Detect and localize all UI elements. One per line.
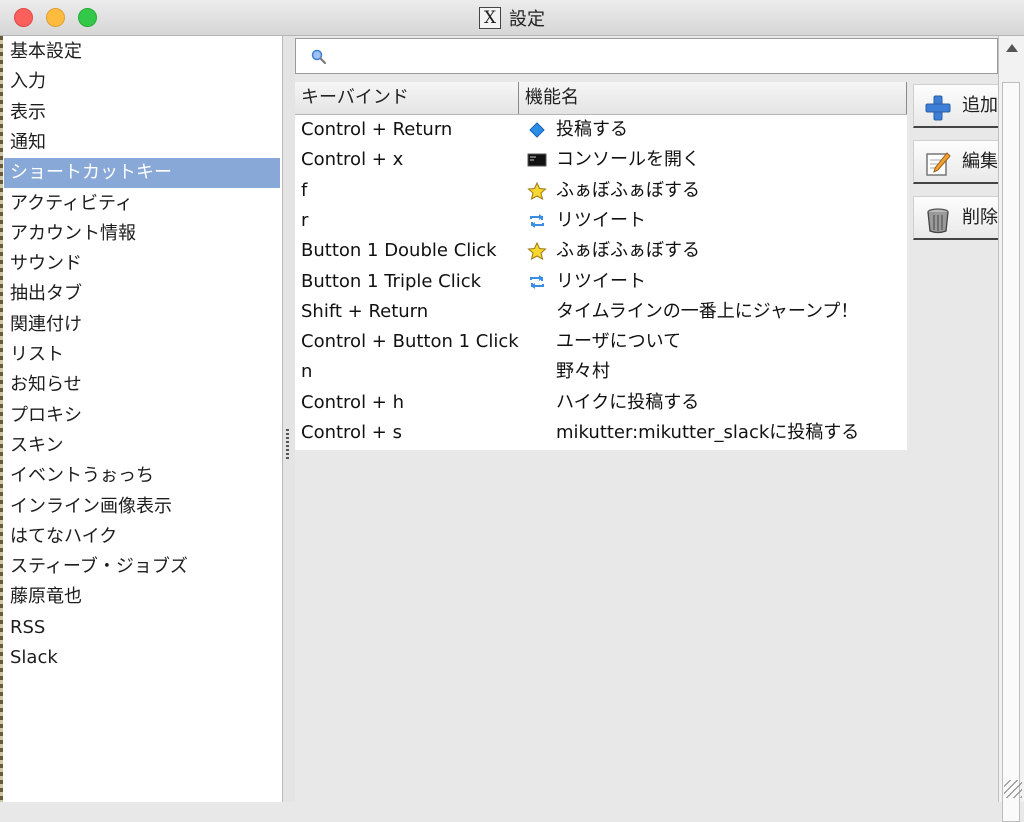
sidebar-item[interactable]: アクティビティ [4,189,280,219]
plus-icon [925,95,951,121]
sidebar-item[interactable]: RSS [4,613,280,643]
table-row[interactable]: r リツイート [295,206,907,236]
table-row[interactable]: Control + x コンソールを開く [295,145,907,175]
function-name-cell: リツイート [556,270,646,292]
table-row[interactable]: n 野々村 [295,357,907,387]
scrollbar-thumb[interactable] [1002,82,1020,822]
sidebar-item[interactable]: 関連付け [4,310,280,340]
sidebar-item[interactable]: 表示 [4,98,280,128]
function-name-cell: ふぁぼふぁぼする [556,179,700,201]
keybind-cell: Control + Return [301,119,453,140]
keybind-cell: Button 1 Double Click [301,240,497,262]
trash-can-icon [927,208,949,234]
table-header: キーバインド 機能名 [295,82,907,115]
sidebar-item[interactable]: 入力 [4,67,280,97]
keybind-cell: Control + Button 1 Click [301,331,519,353]
search-icon [311,49,327,65]
function-name-cell: ふぁぼふぁぼする [556,240,700,262]
sidebar-item[interactable]: スキン [4,431,280,461]
keybind-cell: Control + h [301,391,404,413]
keybind-cell: n [301,361,313,383]
sidebar-item[interactable]: アカウント情報 [4,219,280,249]
sidebar-item[interactable]: 通知 [4,128,280,158]
retweet-icon [530,274,544,289]
sidebar-item[interactable]: 藤原竜也 [4,582,280,612]
column-header-function[interactable]: 機能名 [519,82,907,114]
function-name-cell: コンソールを開く [556,149,700,171]
table-row[interactable]: Button 1 Double Click ふぁぼふぁぼする [295,236,907,266]
function-name-cell: リツイート [556,209,646,231]
sidebar-item[interactable]: スティーブ・ジョブズ [4,552,280,582]
edit-note-icon [926,152,951,176]
table-row[interactable]: Control + Button 1 Click ユーザについて [295,327,907,357]
function-name-cell: mikutter:mikutter_slackに投稿する [556,422,860,443]
sidebar-item[interactable]: 基本設定 [4,37,280,67]
function-name-cell: 投稿する [556,119,628,140]
vertical-scrollbar[interactable] [998,36,1024,822]
table-row[interactable]: f ふぁぼふぁぼする [295,176,907,206]
function-name-cell: タイムラインの一番上にジャーンプ！ [556,300,859,322]
splitter-grip-icon[interactable] [286,429,289,459]
favorite-star-icon [527,242,547,261]
add-button[interactable]: 追加 [913,84,1003,128]
sidebar-item[interactable]: サウンド [4,249,280,279]
keybind-cell: r [301,209,309,231]
retweet-icon [530,213,544,228]
delete-button[interactable]: 削除 [913,196,1003,240]
column-header-keybind[interactable]: キーバインド [295,82,519,114]
keybind-cell: Control + s [301,422,402,443]
sidebar-item[interactable]: Slack [4,643,280,673]
title-bar: X 設定 [0,0,1024,36]
sidebar-item[interactable]: 抽出タブ [4,279,280,309]
keybinding-table: キーバインド 機能名 Control + Return 投稿する Control +… [295,82,907,450]
keybind-cell: f [301,179,308,201]
delete-button-label: 削除 [962,207,998,228]
function-name-cell: ユーザについて [556,331,682,353]
table-row[interactable]: Control + s mikutter:mikutter_slackに投稿する [295,418,907,448]
x11-app-icon: X [479,7,501,29]
sidebar-item[interactable]: インライン画像表示 [4,492,280,522]
post-pen-icon [529,122,545,138]
table-row[interactable]: Shift + Return タイムラインの一番上にジャーンプ！ [295,297,907,327]
sidebar-item[interactable]: プロキシ [4,401,280,431]
sidebar-item[interactable]: ショートカットキー [4,158,280,189]
sidebar-item[interactable]: リスト [4,340,280,370]
function-name-cell: 野々村 [556,361,610,383]
sidebar-item[interactable]: イベントうぉっち [4,461,280,491]
resize-grip-icon[interactable] [1004,780,1022,798]
window-title: 設定 [509,9,545,30]
table-row[interactable]: Control + Return 投稿する [295,115,907,145]
settings-sidebar: 基本設定 入力 表示 通知 ショートカットキー アクティビティ アカウント情報 サウンド 抽出タ… [0,36,283,802]
search-input[interactable] [336,43,990,71]
edit-button-label: 編集 [962,151,998,172]
keybind-cell: Control + x [301,149,404,171]
title-container: X 設定 [0,0,1024,36]
pane-splitter[interactable] [283,36,295,802]
table-row[interactable]: Button 1 Triple Click リツイート [295,267,907,297]
keybind-cell: Shift + Return [301,300,429,322]
edit-button[interactable]: 編集 [913,140,1003,184]
add-button-label: 追加 [962,95,998,116]
search-box[interactable] [295,38,998,74]
background-edge-strip [0,36,3,802]
table-row[interactable]: Control + h ハイクに投稿する [295,388,907,418]
keybind-cell: Button 1 Triple Click [301,270,482,292]
sidebar-item[interactable]: はてなハイク [4,522,280,552]
sidebar-item[interactable]: お知らせ [4,370,280,400]
console-terminal-icon [527,153,547,167]
favorite-star-icon [527,181,547,200]
function-name-cell: ハイクに投稿する [556,391,700,413]
scroll-up-arrow-icon[interactable] [1006,44,1018,52]
